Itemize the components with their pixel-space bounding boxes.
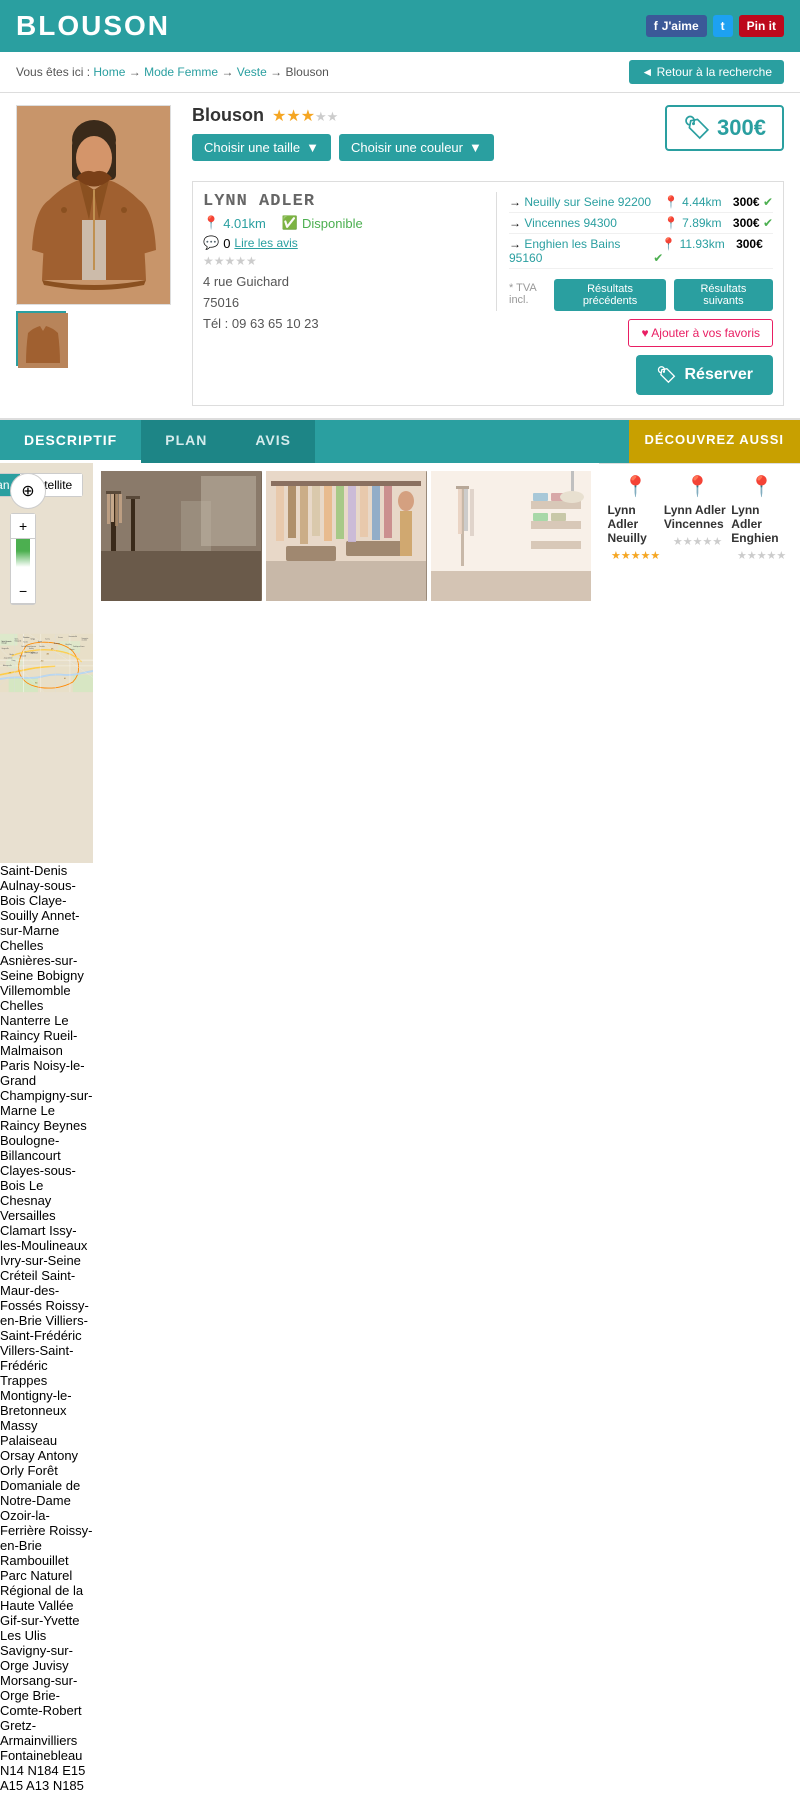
- chevron-down-icon-2: ▼: [469, 140, 482, 155]
- available-icon-2: ✔: [763, 216, 773, 230]
- store-pin-neuilly-stars: ★★★★★: [611, 549, 660, 562]
- location-pin-purple-icon: 📍: [749, 474, 774, 499]
- twitter-icon: t: [721, 19, 725, 33]
- other-store-3: → Enghien les Bains 95160 📍 11.93km 300€…: [509, 234, 773, 269]
- next-results-button[interactable]: Résultats suivants: [674, 279, 773, 311]
- store-distance: 📍 4.01km: [203, 215, 266, 231]
- product-main-image: [16, 105, 171, 305]
- add-to-favorites-button[interactable]: ♥ Ajouter à vos favoris: [628, 319, 773, 347]
- zoom-out-button[interactable]: −: [11, 579, 35, 604]
- store-name: LYNN ADLER: [203, 192, 480, 211]
- other-store-2: → Vincennes 94300 📍 7.89km 300€ ✔: [509, 213, 773, 234]
- tab-plan[interactable]: PLAN: [141, 420, 231, 463]
- tab-avis[interactable]: AVIS: [231, 420, 315, 463]
- chevron-down-icon: ▼: [306, 140, 319, 155]
- store-pin-vincennes: 📍 Lynn Adler Vincennes ★★★★★: [664, 474, 731, 1794]
- reviews-link[interactable]: Lire les avis: [234, 236, 297, 250]
- store-photo-3[interactable]: [431, 471, 592, 601]
- store-pin-neuilly-name: Lynn Adler Neuilly: [607, 503, 663, 545]
- breadcrumb-current: Blouson: [285, 65, 328, 79]
- product-selectors: Choisir une taille ▼ Choisir une couleur…: [192, 134, 494, 161]
- other-store-link-2[interactable]: Vincennes 94300: [524, 216, 617, 230]
- store-pin-neuilly: 📍 Lynn Adler Neuilly ★★★★★: [607, 474, 663, 1794]
- other-store-dist-1: 📍 4.44km: [664, 195, 722, 209]
- store-pin-vincennes-stars: ★★★★★: [673, 535, 722, 548]
- product-stars: ★★★★★: [272, 106, 338, 126]
- location-pin-green-icon: 📍: [623, 474, 648, 499]
- back-to-search-button[interactable]: ◄ Retour à la recherche: [629, 60, 784, 84]
- color-selector[interactable]: Choisir une couleur ▼: [339, 134, 494, 161]
- prev-results-button[interactable]: Résultats précédents: [554, 279, 666, 311]
- content-area: A13 A86 A86 A14 A4 N10 Saint-Germain- en…: [0, 463, 800, 1794]
- other-store-link-3[interactable]: Enghien les Bains 95160: [509, 237, 620, 265]
- store-address: 4 rue Guichard 75016 Tél : 09 63 65 10 2…: [203, 272, 480, 334]
- store-photos: [93, 463, 599, 1794]
- check-circle-icon: ✅: [282, 215, 298, 231]
- product-thumbnail[interactable]: [16, 311, 66, 366]
- page-header: BLOUSON f J'aime t Pin it: [0, 0, 800, 52]
- product-price: 300€: [717, 115, 766, 141]
- price-tag-icon: 🏷: [683, 115, 711, 141]
- zoom-slider[interactable]: [16, 539, 30, 579]
- store-pin-vincennes-name: Lynn Adler Vincennes: [664, 503, 731, 531]
- store-pin-enghien-stars: ★★★★★: [737, 549, 786, 562]
- vat-note: * TVA incl.: [509, 282, 554, 306]
- twitter-button[interactable]: t: [713, 15, 733, 37]
- store-section: LYNN ADLER 📍 4.01km ✅ Disponible 💬 0 Lir…: [192, 181, 784, 406]
- tabs-bar: DESCRIPTIF PLAN AVIS DÉCOUVREZ AUSSI: [0, 420, 800, 463]
- other-store-link-1[interactable]: Neuilly sur Seine 92200: [524, 195, 651, 209]
- social-buttons: f J'aime t Pin it: [646, 15, 784, 37]
- price-box: 🏷 300€: [665, 105, 784, 151]
- pinterest-button[interactable]: Pin it: [739, 15, 784, 37]
- store-actions: ♥ Ajouter à vos favoris 🏷 Réserver: [496, 319, 773, 395]
- other-stores: → Neuilly sur Seine 92200 📍 4.44km 300€ …: [496, 192, 773, 311]
- breadcrumb-veste[interactable]: Veste: [237, 65, 267, 79]
- comment-icon: 💬: [203, 235, 219, 251]
- location-pin-orange-icon: 📍: [685, 474, 710, 499]
- nav-buttons: Résultats précédents Résultats suivants: [554, 279, 773, 311]
- store-photo-1[interactable]: [101, 471, 262, 601]
- other-store-1: → Neuilly sur Seine 92200 📍 4.44km 300€ …: [509, 192, 773, 213]
- stars-filled: ★★★: [272, 108, 315, 125]
- other-store-dist-3: 📍 11.93km: [661, 237, 724, 251]
- breadcrumb-mode-femme[interactable]: Mode Femme: [144, 65, 218, 79]
- reserve-icon: 🏷: [656, 365, 676, 385]
- store-pin-enghien: 📍 Lynn Adler Enghien ★★★★★: [731, 474, 792, 1794]
- product-name: Blouson: [192, 105, 264, 126]
- store-pin-enghien-name: Lynn Adler Enghien: [731, 503, 792, 545]
- breadcrumb-home[interactable]: Home: [93, 65, 125, 79]
- product-title-row: Blouson ★★★★★: [192, 105, 494, 126]
- store-left: LYNN ADLER 📍 4.01km ✅ Disponible 💬 0 Lir…: [203, 192, 480, 395]
- store-availability: ✅ Disponible: [282, 215, 363, 231]
- map-zoom-controls: + −: [10, 513, 36, 605]
- map-compass[interactable]: ⊕: [10, 473, 46, 509]
- stars-empty: ★★: [315, 109, 338, 124]
- product-section: Blouson ★★★★★ Choisir une taille ▼ Chois…: [0, 93, 800, 420]
- product-images: [16, 105, 176, 406]
- page-title: BLOUSON: [16, 10, 170, 42]
- facebook-like-button[interactable]: f J'aime: [646, 15, 707, 37]
- store-location-pins: 📍 Lynn Adler Neuilly ★★★★★ 📍 Lynn Adler …: [599, 463, 800, 1794]
- size-selector[interactable]: Choisir une taille ▼: [192, 134, 331, 161]
- facebook-icon: f: [654, 19, 658, 33]
- tab-descriptif[interactable]: DESCRIPTIF: [0, 420, 141, 463]
- map-section: A13 A86 A86 A14 A4 N10 Saint-Germain- en…: [0, 463, 93, 1794]
- store-photo-2[interactable]: [266, 471, 427, 601]
- breadcrumb-bar: Vous êtes ici : Home → Mode Femme → Vest…: [0, 52, 800, 93]
- other-store-dist-2: 📍 7.89km: [664, 216, 722, 230]
- breadcrumb: Vous êtes ici : Home → Mode Femme → Vest…: [16, 65, 329, 79]
- reserve-button[interactable]: 🏷 Réserver: [636, 355, 773, 395]
- product-info: Blouson ★★★★★ Choisir une taille ▼ Chois…: [192, 105, 784, 406]
- map-pin-icon: 📍: [203, 215, 219, 231]
- available-icon-1: ✔: [763, 195, 773, 209]
- discover-tab: DÉCOUVREZ AUSSI: [629, 420, 800, 463]
- zoom-in-button[interactable]: +: [11, 514, 35, 539]
- available-icon-3: ✔: [653, 251, 663, 265]
